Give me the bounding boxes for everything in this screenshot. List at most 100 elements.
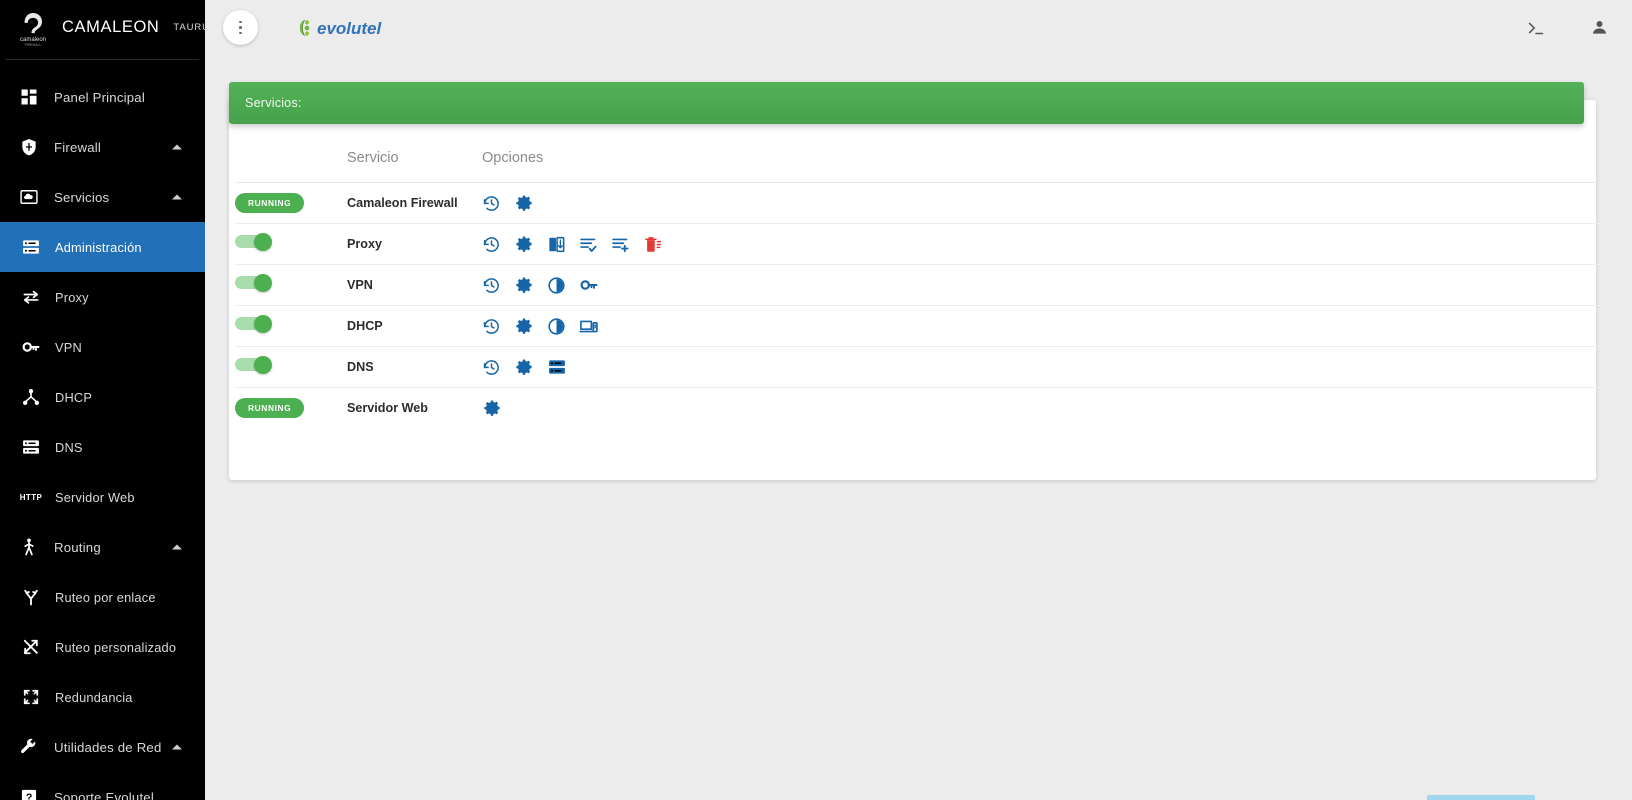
svg-text:evolutel: evolutel [317, 19, 383, 38]
column-header-state [235, 142, 347, 183]
wrench-icon [14, 734, 44, 760]
gear-settings-icon[interactable] [514, 193, 534, 213]
http-text-icon: HTTP [19, 492, 43, 502]
services-table-body: RUNNING Camaleon Firewall Proxy VPN DHCP DNS R… [235, 182, 1602, 429]
user-account-icon[interactable] [1589, 17, 1610, 38]
devices-icon[interactable] [579, 317, 598, 336]
sidebar-item-utilidades-de-red[interactable]: Utilidades de Red [0, 722, 205, 772]
cell-options [482, 223, 1602, 265]
services-panel: Servicios: Servicio Opciones RUNNING Cama… [229, 82, 1608, 480]
branch-fork-icon [18, 584, 44, 610]
page-title: Servicios: [245, 96, 302, 110]
sidebar-item-servidor-web[interactable]: HTTP Servidor Web [0, 472, 205, 522]
sidebar-item-ruteo-por-enlace[interactable]: Ruteo por enlace [0, 572, 205, 622]
sidebar-item-label: DHCP [55, 389, 93, 405]
history-restore-icon[interactable] [482, 276, 501, 295]
row-options [482, 275, 1602, 295]
expand-corners-icon [18, 684, 44, 710]
services-panel-header: Servicios: [229, 82, 1584, 124]
chevron-up-icon[interactable] [172, 544, 182, 550]
chevron-up-icon[interactable] [172, 744, 182, 750]
server-rack-icon[interactable] [547, 357, 567, 377]
service-toggle[interactable] [235, 274, 279, 292]
sidebar-item-label: Panel Principal [54, 89, 145, 105]
status-badge: RUNNING [235, 193, 305, 213]
cell-service: DHCP [347, 305, 482, 347]
cell-options [482, 346, 1602, 388]
sidebar-item-dns[interactable]: DNS [0, 422, 205, 472]
routing-person-icon [14, 534, 44, 560]
gear-settings-icon[interactable] [514, 234, 534, 254]
table-row: RUNNING Servidor Web [235, 388, 1602, 429]
sidebar-item-label: Servicios [54, 189, 110, 205]
history-restore-icon[interactable] [482, 194, 501, 213]
delete-trash-icon[interactable] [643, 235, 662, 254]
gear-settings-icon[interactable] [514, 275, 534, 295]
table-header-row: Servicio Opciones [235, 142, 1602, 183]
book-open-icon[interactable] [547, 235, 566, 254]
svg-text:FIREWALL: FIREWALL [25, 43, 42, 47]
sidebar-item-label: Proxy [55, 289, 89, 305]
table-row: RUNNING Camaleon Firewall [235, 182, 1602, 224]
row-options [482, 357, 1602, 377]
cloud-box-icon [14, 184, 44, 210]
column-header-options: Opciones [482, 142, 1602, 183]
sidebar-item-proxy[interactable]: Proxy [0, 272, 205, 322]
history-restore-icon[interactable] [482, 317, 501, 336]
brand-header: camaleon FIREWALL CAMALEON TAURUS [0, 0, 205, 55]
toggle-knob [254, 356, 272, 374]
main-area: evolutel Servicios: Servicio Opciones RU… [205, 0, 1632, 800]
toggle-knob [254, 315, 272, 333]
sidebar-item-panel-principal[interactable]: Panel Principal [0, 72, 205, 122]
toggle-knob [254, 233, 272, 251]
service-name: DHCP [347, 318, 383, 333]
history-restore-icon[interactable] [482, 358, 501, 377]
history-restore-icon[interactable] [482, 235, 501, 254]
svg-text:?: ? [26, 792, 33, 800]
sidebar-item-ruteo-personalizado[interactable]: Ruteo personalizado [0, 622, 205, 672]
menu-toggle-button[interactable] [223, 10, 258, 45]
sidebar-item-redundancia[interactable]: Redundancia [0, 672, 205, 722]
service-toggle[interactable] [235, 233, 279, 251]
sidebar-item-label: Administración [55, 239, 142, 255]
brand-name: CAMALEON [62, 18, 160, 36]
sidebar-item-administraci-n[interactable]: Administración [0, 222, 205, 272]
chevron-up-icon[interactable] [172, 144, 182, 150]
gear-settings-icon[interactable] [514, 357, 534, 377]
contrast-circle-icon[interactable] [547, 317, 566, 336]
cell-service: VPN [347, 264, 482, 306]
table-row: DNS [235, 346, 1602, 388]
list-add-icon[interactable] [611, 235, 630, 254]
sidebar-item-vpn[interactable]: VPN [0, 322, 205, 372]
service-toggle[interactable] [235, 315, 279, 333]
help-question-icon: ? [14, 784, 44, 800]
cell-state [235, 264, 347, 306]
row-options [482, 234, 1602, 254]
topbar-actions [1525, 17, 1610, 39]
list-check-icon[interactable] [579, 235, 598, 254]
bottom-notification-left[interactable] [1427, 795, 1535, 800]
cell-state [235, 305, 347, 347]
server-rack-icon [18, 434, 44, 460]
sidebar-item-label: Routing [54, 539, 101, 555]
sidebar-item-firewall[interactable]: Firewall [0, 122, 205, 172]
cell-options [482, 182, 1602, 224]
toggle-knob [254, 274, 272, 292]
contrast-circle-icon[interactable] [547, 276, 566, 295]
chevron-up-icon[interactable] [172, 194, 182, 200]
sidebar-item-soporte-evolutel[interactable]: ? Soporte Evolutel [0, 772, 205, 800]
vertical-dots-icon [239, 20, 242, 24]
sidebar-item-label: Firewall [54, 139, 102, 155]
key-icon[interactable] [579, 275, 599, 295]
sidebar-item-label: Ruteo por enlace [55, 589, 156, 605]
sidebar-item-dhcp[interactable]: DHCP [0, 372, 205, 422]
sidebar-item-label: Redundancia [55, 689, 133, 705]
gear-settings-icon[interactable] [482, 398, 502, 418]
cell-options [482, 388, 1602, 429]
terminal-icon[interactable] [1525, 17, 1547, 39]
service-toggle[interactable] [235, 356, 279, 374]
sidebar-item-servicios[interactable]: Servicios [0, 172, 205, 222]
gear-settings-icon[interactable] [514, 316, 534, 336]
sidebar-item-routing[interactable]: Routing [0, 522, 205, 572]
cell-options [482, 264, 1602, 306]
